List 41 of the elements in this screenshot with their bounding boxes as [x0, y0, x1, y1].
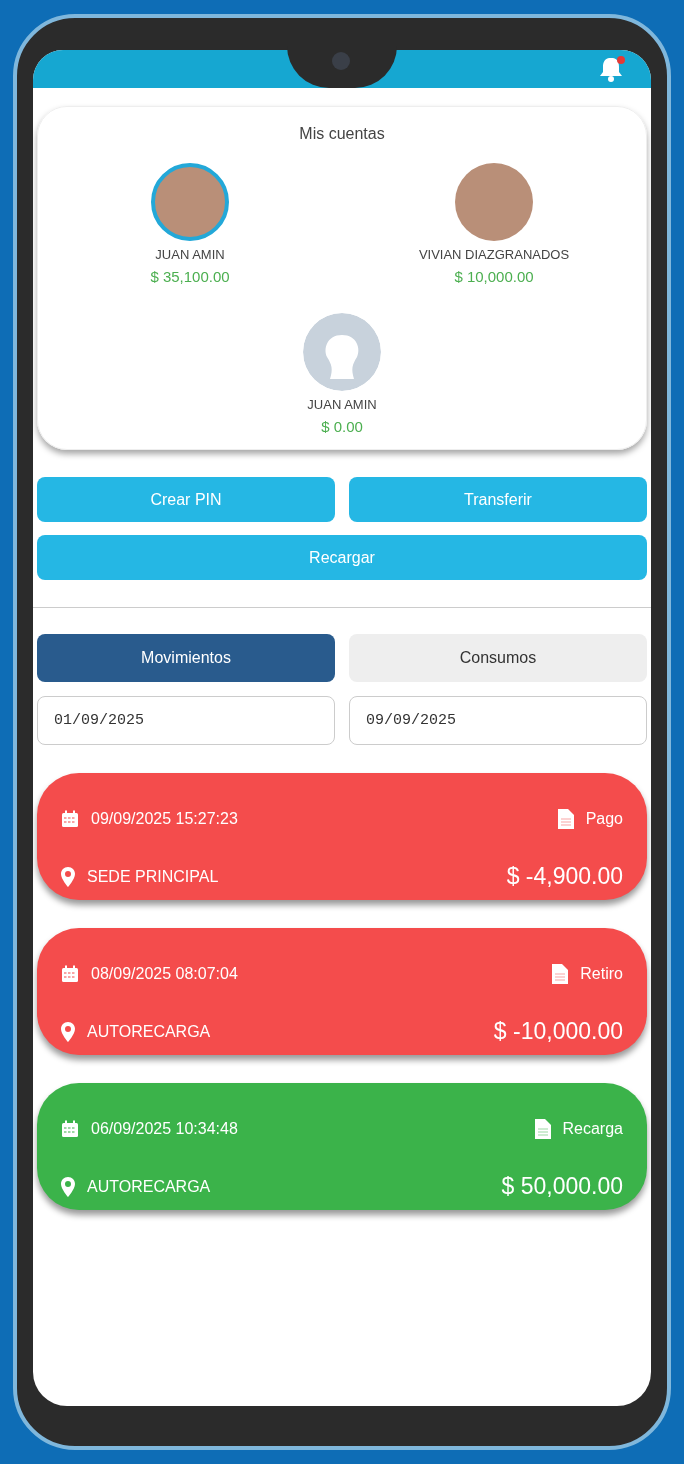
- account-name: JUAN AMIN: [155, 247, 225, 262]
- tab[interactable]: Movimientos: [37, 634, 335, 682]
- location-pin-icon: [61, 1021, 75, 1042]
- transaction-location: SEDE PRINCIPAL: [87, 867, 219, 886]
- account-balance: $ 0.00: [321, 418, 363, 435]
- tab[interactable]: Consumos: [349, 634, 647, 682]
- document-icon: [557, 809, 574, 829]
- calendar-icon: [61, 1120, 79, 1138]
- account-name: VIVIAN DIAZGRANADOS: [418, 247, 570, 262]
- transaction-location: AUTORECARGA: [87, 1177, 211, 1196]
- transaction-type: Pago: [585, 810, 623, 828]
- transaction-datetime: 09/09/2025 15:27:23: [91, 810, 238, 828]
- location-pin-icon: [61, 1176, 75, 1197]
- action-button[interactable]: Recargar: [37, 535, 647, 580]
- transaction-card[interactable]: 09/09/2025 15:27:23 Pago SEDE PRINCIPAL $ -4,900.00: [37, 773, 647, 900]
- account-balance: $ 35,100.00: [150, 268, 230, 285]
- transaction-amount: $ -4,900.00: [506, 863, 623, 890]
- transaction-amount: $ -10,000.00: [493, 1018, 623, 1045]
- avatar-silhouette-icon[interactable]: [303, 313, 381, 391]
- location-pin-icon: [61, 866, 75, 887]
- action-button[interactable]: Crear PIN: [37, 477, 335, 522]
- transaction-datetime: 08/09/2025 08:07:04: [91, 965, 238, 983]
- transaction-location: AUTORECARGA: [87, 1022, 211, 1041]
- card-title: Mis cuentas: [299, 125, 385, 143]
- start-date-field[interactable]: 01/09/2025: [37, 696, 335, 745]
- calendar-icon: [61, 965, 79, 983]
- document-icon: [534, 1119, 551, 1139]
- camera-icon: [332, 52, 350, 70]
- bell-icon[interactable]: [597, 56, 627, 82]
- document-icon: [552, 964, 569, 984]
- transaction-card[interactable]: 08/09/2025 08:07:04 Retiro AUTORECARGA $ -10,000.00: [37, 928, 647, 1055]
- transaction-type: Recarga: [562, 1120, 623, 1138]
- account-balance: $ 10,000.00: [454, 268, 534, 285]
- account-name: JUAN AMIN: [307, 397, 377, 412]
- calendar-icon: [61, 810, 79, 828]
- action-button[interactable]: Transferir: [349, 477, 647, 522]
- transaction-amount: $ 50,000.00: [501, 1173, 623, 1200]
- transaction-datetime: 06/09/2025 10:34:48: [91, 1120, 238, 1138]
- end-date-field[interactable]: 09/09/2025: [349, 696, 647, 745]
- transaction-card[interactable]: 06/09/2025 10:34:48 Recarga AUTORECARGA $ 50,000.00: [37, 1083, 647, 1210]
- transaction-type: Retiro: [580, 965, 623, 983]
